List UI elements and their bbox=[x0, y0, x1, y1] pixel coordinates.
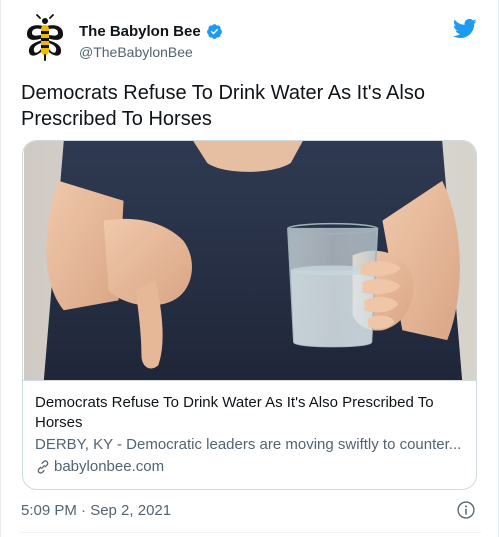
tweet-header: The Babylon Bee @TheBabylonBee bbox=[21, 14, 481, 64]
link-icon bbox=[37, 460, 49, 474]
name-row: The Babylon Bee bbox=[79, 23, 223, 40]
card-title[interactable]: Democrats Refuse To Drink Water As It's … bbox=[35, 393, 465, 433]
display-name[interactable]: The Babylon Bee bbox=[79, 23, 201, 40]
bee-logo-icon bbox=[27, 14, 63, 61]
tweet-card: The Babylon Bee @TheBabylonBee Democrats… bbox=[0, 0, 499, 537]
card-domain-row: babylonbee.com bbox=[35, 457, 465, 477]
twitter-bird-icon[interactable] bbox=[452, 16, 477, 41]
card-domain[interactable]: babylonbee.com bbox=[54, 457, 164, 477]
card-description: DERBY, KY - Democratic leaders are movin… bbox=[35, 436, 462, 453]
divider bbox=[21, 532, 481, 533]
tweet-timestamp[interactable]: 5:09 PM · Sep 2, 2021 bbox=[21, 502, 171, 519]
card-body: Democrats Refuse To Drink Water As It's … bbox=[35, 393, 465, 477]
verified-badge-icon bbox=[206, 24, 222, 39]
account-handle[interactable]: @TheBabylonBee bbox=[79, 44, 193, 60]
avatar[interactable] bbox=[21, 14, 69, 62]
card-image[interactable] bbox=[23, 141, 477, 381]
link-card[interactable]: Democrats Refuse To Drink Water As It's … bbox=[22, 140, 477, 490]
tweet-text: Democrats Refuse To Drink Water As It's … bbox=[21, 82, 425, 130]
info-icon[interactable] bbox=[456, 500, 476, 520]
